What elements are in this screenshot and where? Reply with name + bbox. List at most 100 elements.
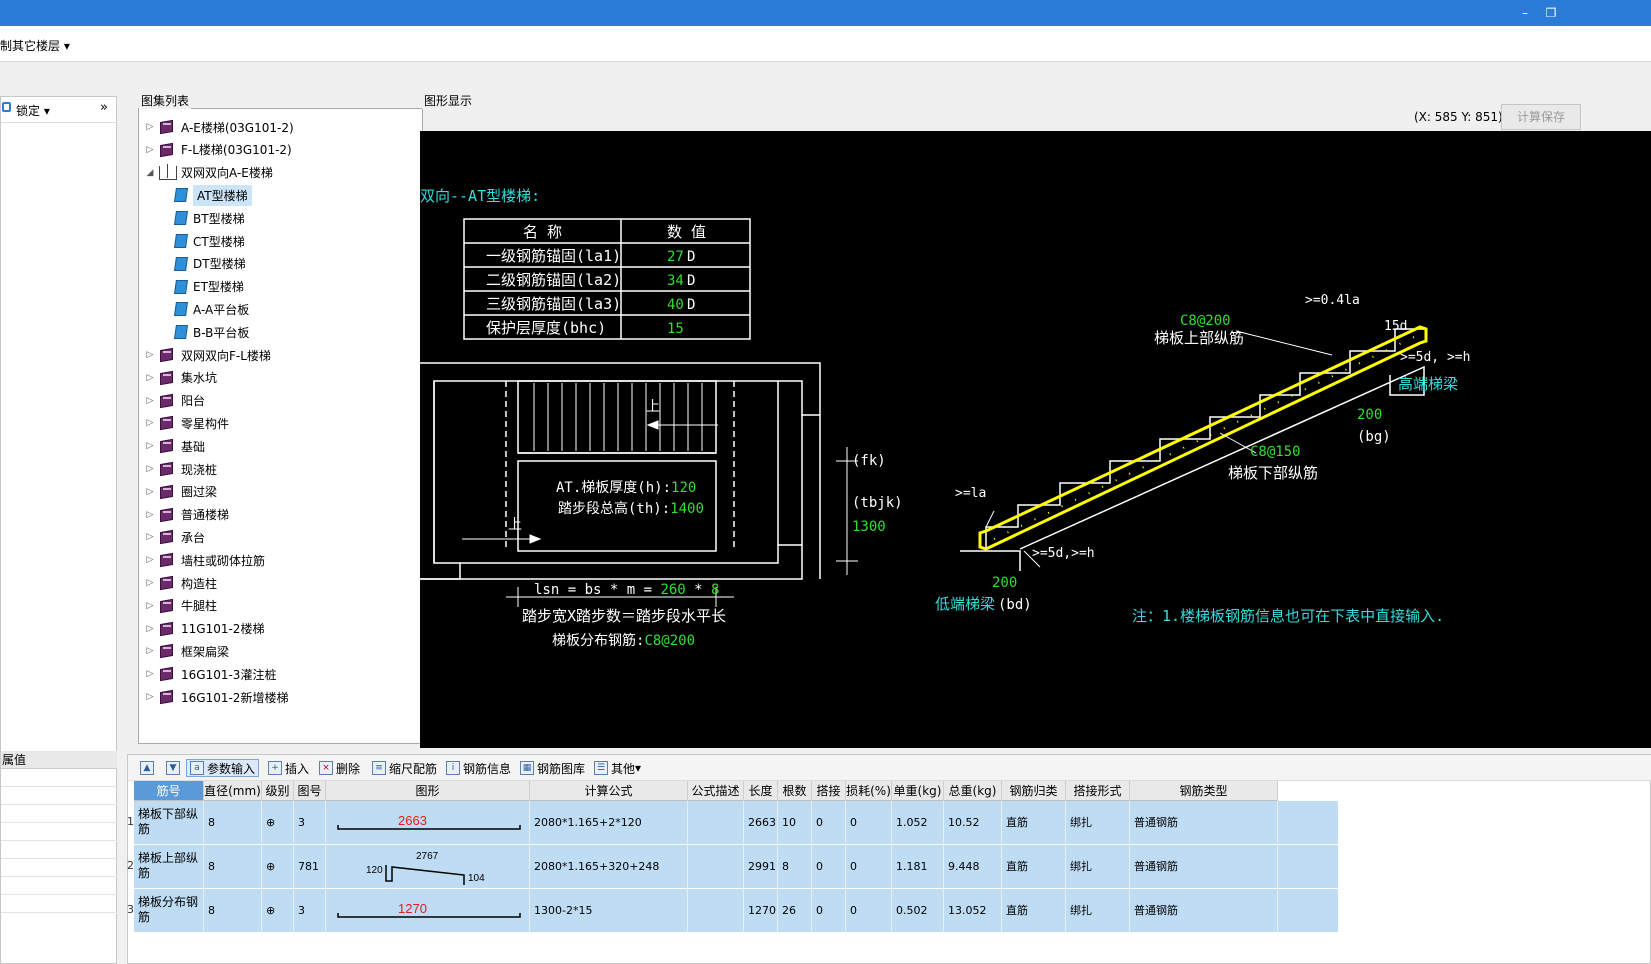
atlas-item[interactable]: ▷ 圈过梁 xyxy=(143,482,217,502)
cell-name[interactable]: 梯板下部纵筋 xyxy=(134,801,204,845)
atlas-item[interactable]: ▷ 墙柱或砌体拉筋 xyxy=(143,550,265,570)
column-header[interactable]: 公式描述 xyxy=(688,781,744,801)
expand-arrow-icon[interactable]: ▷ xyxy=(143,624,157,634)
scale-rebar-button[interactable]: ≡ 缩尺配筋 xyxy=(372,759,437,777)
restore-icon[interactable]: ❐ xyxy=(1542,4,1560,22)
cell-fig[interactable]: 781 xyxy=(294,845,326,889)
insert-button[interactable]: + 插入 xyxy=(268,759,309,777)
column-header[interactable]: 长度 xyxy=(744,781,778,801)
cell-lap-type[interactable]: 绑扎 xyxy=(1066,801,1130,845)
expand-arrow-icon[interactable]: ▷ xyxy=(143,487,157,497)
cell-unit-w[interactable]: 1.181 xyxy=(892,845,944,889)
column-header[interactable]: 图号 xyxy=(294,781,326,801)
cell-formula[interactable]: 1300-2*15 xyxy=(530,889,688,933)
expand-arrow-icon[interactable]: ▷ xyxy=(143,145,157,155)
column-header[interactable]: 筋号 xyxy=(134,781,204,801)
atlas-item[interactable]: ▷ 11G101-2楼梯 xyxy=(143,619,264,639)
drawing-canvas[interactable]: 双向--AT型楼梯: 名 称 数 值 一级钢筋锚固(la1) 27 D 二级钢筋锚固(… xyxy=(420,131,1651,748)
lock-dropdown[interactable]: 锁定 ▾ xyxy=(16,102,50,119)
cell-dia[interactable]: 8 xyxy=(204,801,262,845)
cell-loss[interactable]: 0 xyxy=(846,801,892,845)
expand-arrow-icon[interactable]: ▷ xyxy=(143,555,157,565)
delete-button[interactable]: × 删除 xyxy=(319,759,360,777)
cell-loss[interactable]: 0 xyxy=(846,889,892,933)
column-header[interactable]: 钢筋归类 xyxy=(1002,781,1066,801)
expand-arrow-icon[interactable]: ▷ xyxy=(143,646,157,656)
cell-count[interactable]: 8 xyxy=(778,845,812,889)
table-row[interactable]: 2 梯板上部纵筋 8 ⊕ 781 2767 120 104 2080*1.165+320+248… xyxy=(127,845,1338,889)
atlas-item[interactable]: BT型楼梯 xyxy=(173,208,245,228)
cell-total-w[interactable]: 10.52 xyxy=(944,801,1002,845)
cell-fig[interactable]: 3 xyxy=(294,801,326,845)
cell-desc[interactable] xyxy=(688,889,744,933)
expand-icon[interactable]: » xyxy=(100,100,108,115)
move-up-button[interactable]: ▲ xyxy=(140,759,157,777)
column-header[interactable]: 搭接 xyxy=(812,781,846,801)
cell-name[interactable]: 梯板上部纵筋 xyxy=(134,845,204,889)
expand-arrow-icon[interactable]: ▷ xyxy=(143,532,157,542)
cell-rebar-type[interactable]: 普通钢筋 xyxy=(1130,801,1278,845)
expand-arrow-icon[interactable]: ▷ xyxy=(143,692,157,702)
param-value[interactable]: 27 xyxy=(667,249,684,265)
attr-row[interactable] xyxy=(1,859,117,877)
attr-row[interactable] xyxy=(1,787,117,805)
cell-total-w[interactable]: 13.052 xyxy=(944,889,1002,933)
atlas-item[interactable]: AT型楼梯 xyxy=(173,184,252,206)
cell-rebar-type[interactable]: 普通钢筋 xyxy=(1130,845,1278,889)
cell-rebar-type[interactable]: 普通钢筋 xyxy=(1130,889,1278,933)
expand-arrow-icon[interactable]: ▷ xyxy=(143,669,157,679)
attr-row[interactable] xyxy=(1,877,117,895)
atlas-item[interactable]: DT型楼梯 xyxy=(173,254,246,274)
attr-row[interactable] xyxy=(1,823,117,841)
move-down-button[interactable]: ▼ xyxy=(166,759,183,777)
calc-save-button[interactable]: 计算保存 xyxy=(1501,104,1581,130)
collapse-arrow-icon[interactable]: ◢ xyxy=(143,168,157,178)
atlas-item[interactable]: ◢ 双网双向A-E楼梯 xyxy=(143,163,273,183)
cell-fig[interactable]: 3 xyxy=(294,889,326,933)
atlas-item[interactable]: ▷ F-L楼梯(03G101-2) xyxy=(143,140,292,160)
cell-category[interactable]: 直筋 xyxy=(1002,845,1066,889)
attr-row[interactable] xyxy=(1,841,117,859)
other-dropdown[interactable]: ☰ 其他 ▾ xyxy=(594,759,641,777)
cell-length[interactable]: 2991 xyxy=(744,845,778,889)
cell-shape[interactable]: 2767 120 104 xyxy=(326,845,530,889)
cell-count[interactable]: 10 xyxy=(778,801,812,845)
expand-arrow-icon[interactable]: ▷ xyxy=(143,464,157,474)
cell-dia[interactable]: 8 xyxy=(204,845,262,889)
atlas-item[interactable]: ▷ 普通楼梯 xyxy=(143,505,229,525)
param-value[interactable]: 15 xyxy=(667,321,684,337)
cell-shape[interactable]: 2663 xyxy=(326,801,530,845)
column-header[interactable]: 直径(mm) xyxy=(204,781,262,801)
cell-total-w[interactable]: 9.448 xyxy=(944,845,1002,889)
atlas-item[interactable]: ▷ 承台 xyxy=(143,527,205,547)
column-header[interactable]: 搭接形式 xyxy=(1066,781,1130,801)
atlas-item[interactable]: ▷ 牛腿柱 xyxy=(143,596,217,616)
cell-lap-type[interactable]: 绑扎 xyxy=(1066,889,1130,933)
expand-arrow-icon[interactable]: ▷ xyxy=(143,418,157,428)
cell-formula[interactable]: 2080*1.165+320+248 xyxy=(530,845,688,889)
column-header[interactable]: 图形 xyxy=(326,781,530,801)
lock-icon[interactable] xyxy=(2,102,11,112)
column-header[interactable]: 计算公式 xyxy=(530,781,688,801)
cell-name[interactable]: 梯板分布钢筋 xyxy=(134,889,204,933)
cell-lap[interactable]: 0 xyxy=(812,845,846,889)
cell-unit-w[interactable]: 0.502 xyxy=(892,889,944,933)
expand-arrow-icon[interactable]: ▷ xyxy=(143,601,157,611)
rebar-info-button[interactable]: i 钢筋信息 xyxy=(446,759,511,777)
attr-row[interactable] xyxy=(1,805,117,823)
atlas-item[interactable]: ▷ 集水坑 xyxy=(143,368,217,388)
atlas-item[interactable]: ▷ A-E楼梯(03G101-2) xyxy=(143,117,294,137)
expand-arrow-icon[interactable]: ▷ xyxy=(143,373,157,383)
cell-count[interactable]: 26 xyxy=(778,889,812,933)
atlas-item[interactable]: ET型楼梯 xyxy=(173,277,244,297)
atlas-item[interactable]: ▷ 现浇桩 xyxy=(143,459,217,479)
attr-row[interactable] xyxy=(1,895,117,913)
expand-arrow-icon[interactable]: ▷ xyxy=(143,578,157,588)
column-header[interactable]: 钢筋类型 xyxy=(1130,781,1278,801)
cell-length[interactable]: 1270 xyxy=(744,889,778,933)
column-header[interactable]: 总重(kg) xyxy=(944,781,1002,801)
menu-other-floors[interactable]: 制其它楼层 ▾ xyxy=(0,37,70,54)
cell-grade[interactable]: ⊕ xyxy=(262,801,294,845)
cell-dia[interactable]: 8 xyxy=(204,889,262,933)
cell-unit-w[interactable]: 1.052 xyxy=(892,801,944,845)
